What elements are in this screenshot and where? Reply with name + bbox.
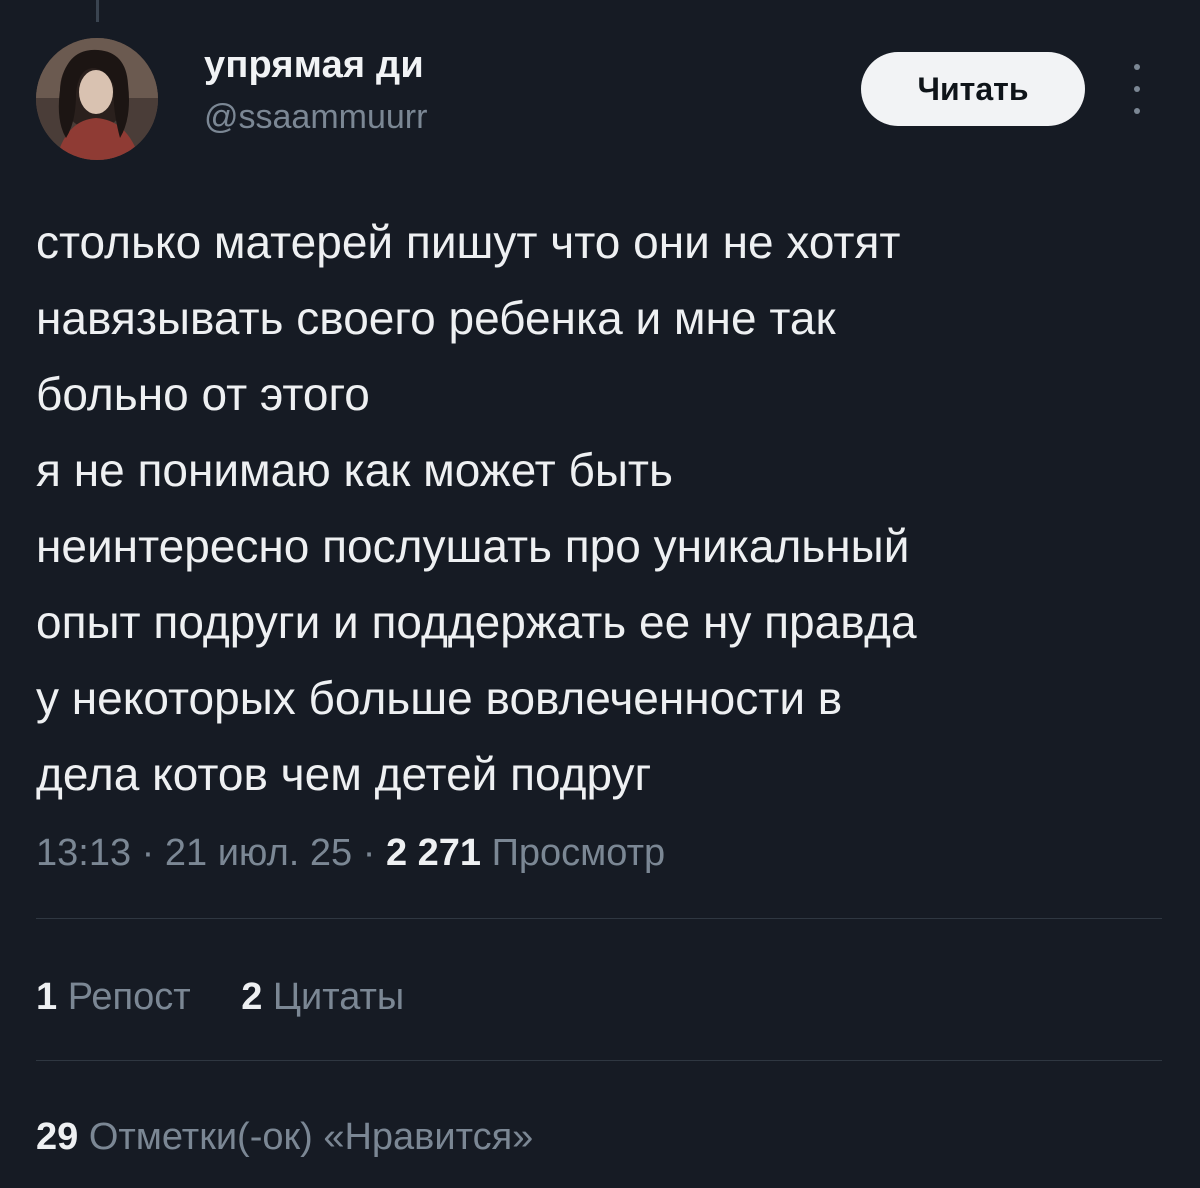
tweet-text-line: больно от этого	[36, 368, 370, 420]
tweet-meta: 13:13 · 21 июл. 25 · 2 271 Просмотр	[36, 832, 665, 875]
reposts-count: 1	[36, 976, 58, 1018]
author-display-name[interactable]: упрямая ди	[204, 44, 424, 87]
avatar-image	[36, 38, 158, 160]
thread-connector-line	[96, 0, 99, 22]
views-count: 2 271	[385, 832, 482, 874]
views-label: Просмотр	[491, 832, 666, 874]
reposts-stat[interactable]: 1 Репост	[36, 976, 201, 1018]
reposts-label: Репост	[67, 976, 191, 1018]
tweet-text-line: я не понимаю как может быть	[36, 444, 673, 496]
avatar[interactable]	[36, 38, 158, 160]
tweet-time[interactable]: 13:13	[36, 832, 131, 874]
likes-stats-row: 29 Отметки(-ок) «Нравится»	[36, 1116, 533, 1159]
tweet-text-line: столько матерей пишут что они не хотят	[36, 216, 901, 268]
more-dot	[1134, 86, 1140, 92]
quotes-count: 2	[241, 976, 263, 1018]
follow-button[interactable]: Читать	[861, 52, 1085, 126]
meta-separator: ·	[362, 832, 376, 874]
tweet-text-line: дела котов чем детей подруг	[36, 748, 652, 800]
meta-separator: ·	[141, 832, 155, 874]
tweet-text: столько матерей пишут что они не хотят н…	[36, 204, 1176, 812]
more-dot	[1134, 64, 1140, 70]
more-dot	[1134, 108, 1140, 114]
author-handle[interactable]: @ssaammuurr	[204, 98, 427, 137]
engagement-stats-row: 1 Репост 2 Цитаты	[36, 976, 404, 1019]
likes-label: Отметки(-ок) «Нравится»	[88, 1116, 534, 1158]
tweet-text-line: у некоторых больше вовлеченности в	[36, 672, 843, 724]
tweet-text-line: неинтересно послушать про уникальный	[36, 520, 910, 572]
quotes-stat[interactable]: 2 Цитаты	[241, 976, 404, 1018]
quotes-label: Цитаты	[272, 976, 405, 1018]
tweet-date[interactable]: 21 июл. 25	[165, 832, 352, 874]
likes-stat[interactable]: 29 Отметки(-ок) «Нравится»	[36, 1116, 533, 1158]
more-options-icon[interactable]	[1122, 64, 1152, 114]
divider	[36, 918, 1162, 919]
likes-count: 29	[36, 1116, 79, 1158]
divider	[36, 1060, 1162, 1061]
tweet-text-line: опыт подруги и поддержать ее ну правда	[36, 596, 917, 648]
tweet-text-line: навязывать своего ребенка и мне так	[36, 292, 836, 344]
